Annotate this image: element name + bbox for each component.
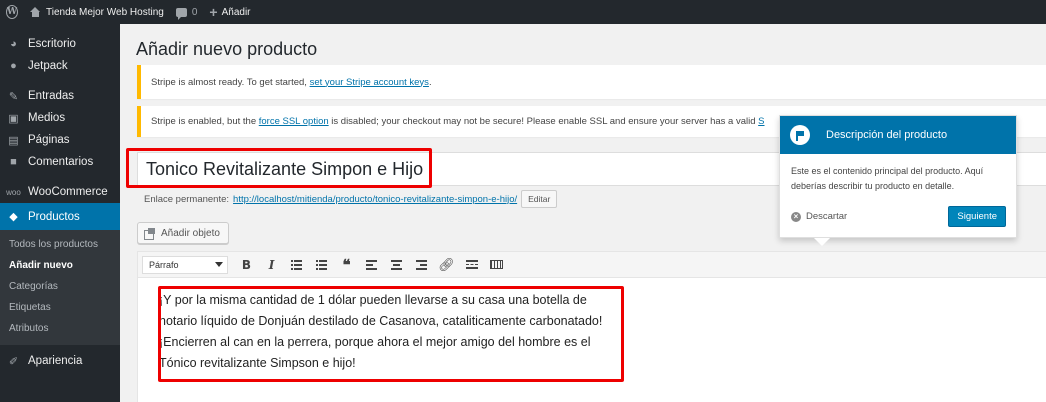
comments-icon: ■ — [10, 156, 17, 168]
sidebar-item-label: Medios — [28, 112, 66, 124]
notice-text-end: . — [428, 76, 432, 88]
permalink-label: Enlace permanente: — [144, 193, 230, 205]
plus-icon: + — [209, 4, 218, 20]
align-right-icon — [416, 259, 427, 270]
admin-sidebar: ◕ Escritorio ● Jetpack ✎ Entradas ▣ Medi… — [0, 24, 120, 402]
permalink-url[interactable]: http://localhost/mitienda/producto/tonic… — [233, 194, 517, 205]
bullet-list-icon — [291, 259, 302, 270]
appearance-icon: ✐ — [8, 355, 19, 368]
comment-bubble-icon — [175, 7, 187, 20]
chevron-down-icon — [215, 262, 223, 267]
notice-text: Stripe is almost ready. To get started, — [151, 76, 310, 88]
submenu-item-tags[interactable]: Etiquetas — [0, 297, 120, 318]
stripe-setup-notice: Stripe is almost ready. To get started, … — [137, 65, 1046, 99]
sidebar-item-entradas[interactable]: ✎ Entradas — [0, 85, 120, 107]
sidebar-item-productos[interactable]: ◆ Productos — [0, 203, 120, 230]
format-select-value: Párrafo — [149, 259, 179, 270]
blockquote-button[interactable]: ❝ — [334, 254, 359, 276]
keyboard-icon — [490, 260, 503, 269]
dismiss-label: Descartar — [806, 211, 848, 222]
wordpress-icon: W — [5, 5, 19, 19]
new-content-link[interactable]: + Añadir — [203, 0, 256, 24]
sidebar-item-medios[interactable]: ▣ Medios — [0, 107, 120, 129]
add-media-button[interactable]: Añadir objeto — [137, 222, 229, 244]
read-more-icon — [465, 260, 478, 269]
pointer-footer: × Descartar Siguiente — [791, 206, 1006, 227]
products-submenu: Todos los productos Añadir nuevo Categor… — [0, 230, 120, 345]
pointer-title: Descripción del producto — [826, 129, 948, 141]
permalink-row: Enlace permanente: http://localhost/miti… — [144, 190, 558, 208]
media-icon: ▣ — [8, 112, 19, 125]
comments-link[interactable]: 0 — [170, 0, 204, 24]
read-more-button[interactable] — [459, 254, 484, 276]
pointer-body: Este es el contenido principal del produ… — [791, 166, 984, 191]
pages-icon: ▤ — [8, 134, 19, 147]
sidebar-item-apariencia[interactable]: ✐ Apariencia — [0, 350, 120, 372]
next-button[interactable]: Siguiente — [948, 206, 1006, 227]
submenu-item-all-products[interactable]: Todos los productos — [0, 234, 120, 255]
add-media-label: Añadir objeto — [161, 227, 220, 239]
close-icon: × — [791, 211, 801, 222]
comments-count: 0 — [191, 6, 198, 18]
quote-icon: ❝ — [342, 255, 351, 274]
align-right-button[interactable] — [409, 254, 434, 276]
sidebar-item-label: Apariencia — [28, 355, 83, 367]
admin-bar: W Tienda Mejor Web Hosting 0 + Añadir — [0, 0, 1046, 24]
pointer-arrow — [814, 238, 830, 246]
jetpack-icon: ● — [10, 60, 17, 72]
site-name: Tienda Mejor Web Hosting — [46, 6, 164, 18]
align-left-button[interactable] — [359, 254, 384, 276]
sidebar-item-label: Entradas — [28, 90, 75, 102]
sidebar-item-label: Jetpack — [28, 60, 68, 72]
bullet-list-button[interactable] — [284, 254, 309, 276]
submenu-item-categories[interactable]: Categorías — [0, 276, 120, 297]
content-highlight-box — [158, 286, 624, 382]
home-icon — [30, 7, 41, 17]
sidebar-item-comentarios[interactable]: ■ Comentarios — [0, 151, 120, 173]
sidebar-item-label: WooCommerce — [28, 186, 108, 198]
sidebar-item-label: Escritorio — [28, 38, 76, 50]
sidebar-item-label: Comentarios — [28, 156, 94, 168]
sidebar-item-woocommerce[interactable]: woo WooCommerce — [0, 181, 120, 203]
pointer-header: Descripción del producto — [780, 116, 1016, 154]
submenu-item-attributes[interactable]: Atributos — [0, 318, 120, 339]
bold-button[interactable]: B — [234, 254, 259, 276]
editor-toolbar: Párrafo B I ❝ 🔗︎ — [138, 252, 1046, 278]
site-name-link[interactable]: Tienda Mejor Web Hosting — [24, 0, 170, 24]
force-ssl-link[interactable]: force SSL option — [259, 116, 329, 127]
products-icon: ◆ — [9, 211, 18, 223]
notice-text: Stripe is enabled, but the — [151, 116, 259, 127]
edit-permalink-button[interactable]: Editar — [521, 190, 558, 208]
sidebar-item-jetpack[interactable]: ● Jetpack — [0, 55, 120, 77]
media-icon — [144, 227, 156, 240]
title-highlight-box — [126, 148, 432, 188]
woocommerce-icon: woo — [6, 187, 21, 197]
dashboard-icon: ◕ — [10, 38, 17, 50]
sidebar-item-label: Productos — [28, 210, 80, 223]
align-center-icon — [391, 259, 402, 270]
product-description-pointer: Descripción del producto Este es el cont… — [779, 115, 1017, 238]
insert-link-button[interactable]: 🔗︎ — [434, 254, 459, 276]
italic-button[interactable]: I — [259, 254, 284, 276]
ssl-certificate-link[interactable]: S — [758, 116, 764, 127]
sidebar-item-label: Páginas — [28, 134, 70, 146]
numbered-list-button[interactable] — [309, 254, 334, 276]
dismiss-link[interactable]: × Descartar — [791, 211, 847, 222]
flag-icon — [790, 125, 810, 145]
pin-icon: ✎ — [8, 90, 19, 103]
page-title: Añadir nuevo producto — [136, 39, 318, 59]
numbered-list-icon — [316, 259, 327, 270]
toolbar-toggle-button[interactable] — [484, 254, 509, 276]
align-left-icon — [366, 259, 377, 270]
new-content-label: Añadir — [221, 6, 251, 18]
sidebar-item-paginas[interactable]: ▤ Páginas — [0, 129, 120, 151]
link-icon: 🔗︎ — [438, 256, 455, 272]
wordpress-logo-button[interactable]: W — [0, 0, 24, 24]
sidebar-item-escritorio[interactable]: ◕ Escritorio — [0, 33, 120, 55]
notice-text-2: is disabled; your checkout may not be se… — [328, 116, 759, 127]
stripe-keys-link[interactable]: set your Stripe account keys — [310, 77, 429, 88]
align-center-button[interactable] — [384, 254, 409, 276]
format-select[interactable]: Párrafo — [142, 255, 228, 274]
submenu-item-add-new[interactable]: Añadir nuevo — [0, 255, 120, 276]
